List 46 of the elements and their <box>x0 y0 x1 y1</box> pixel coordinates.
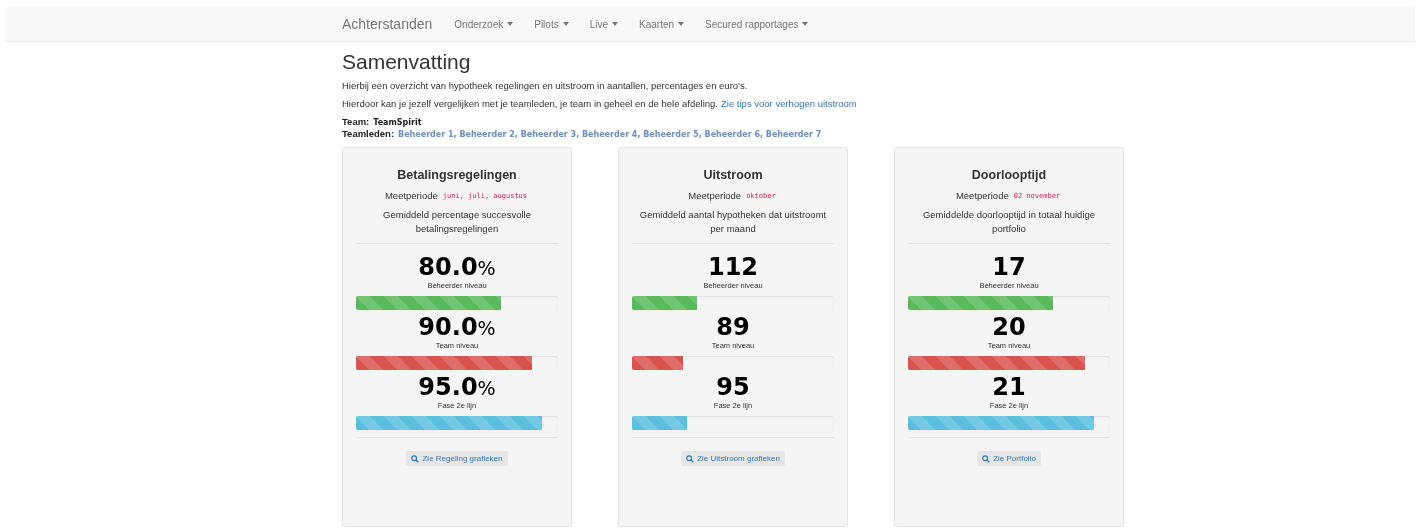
period-label: Meetperiode <box>688 190 742 201</box>
caret-icon <box>507 22 514 26</box>
compare-text: Hierdoor kan je jezelf vergelijken met je teamleden, je team in geheel en de hele afdeling. Zie tips voor verhogen uitstroom <box>342 98 858 109</box>
charts-button[interactable]: Zie Regeling grafieken <box>406 451 508 466</box>
metric-value: 20 <box>992 314 1026 340</box>
metric-unit: % <box>477 377 496 399</box>
metric-value: 17 <box>992 254 1026 280</box>
team-name: TeamSpirit <box>373 118 422 127</box>
search-icon <box>686 454 695 463</box>
tips-link[interactable]: Zie tips voor verhogen uitstroom <box>721 98 857 109</box>
card-description: Gemiddelde doorlooptijd in totaal huidige portfolio <box>921 208 1097 236</box>
nav-menu[interactable]: Secured rapportages <box>705 18 809 30</box>
metric-value: 95 <box>716 374 750 400</box>
nav-menu[interactable]: Onderzoek <box>454 18 514 30</box>
card-title: Betalingsregelingen <box>397 168 517 182</box>
caret-icon <box>562 22 569 26</box>
period-label: Meetperiode <box>384 190 438 201</box>
card-description: Gemiddeld percentage succesvolle betalingsregelingen <box>382 208 532 236</box>
caret-icon <box>802 22 809 26</box>
members-links[interactable]: Beheerder 1, Beheerder 2, Beheerder 3, Beheerder 4, Beheerder 5, Beheerder 6, Beheerder 7 <box>398 130 822 139</box>
charts-button[interactable]: Zie Portfolio <box>977 451 1041 466</box>
card-description: Gemiddeld aantal hypotheken dat uitstroomt per maand <box>638 208 828 236</box>
period-label: Meetperiode <box>955 190 1009 201</box>
metric-value: 90.0 <box>418 314 478 340</box>
intro-text: Hierbij een overzicht van hypotheek regelingen en uitstroom in aantallen, percentages en euro's. <box>342 80 749 91</box>
page-title: Samenvatting <box>342 50 471 74</box>
brand-link[interactable]: Achterstanden <box>342 16 433 32</box>
nav-menu[interactable]: Kaarten <box>639 18 685 30</box>
nav-menu[interactable]: Pilots <box>534 18 569 30</box>
members-label: Teamleden: <box>342 128 395 139</box>
metric-unit: % <box>477 257 496 279</box>
charts-button[interactable]: Zie Uitstroom grafieken <box>681 451 785 466</box>
team-label: Team: <box>342 116 370 127</box>
metric-value: 89 <box>716 314 750 340</box>
card-title: Uitstroom <box>703 168 763 182</box>
card-title: Doorlooptijd <box>971 168 1047 182</box>
metric-value: 112 <box>707 254 759 280</box>
metric-value: 95.0 <box>418 374 478 400</box>
metric-value: 21 <box>992 374 1026 400</box>
search-icon <box>411 454 420 463</box>
metric-value: 80.0 <box>418 254 478 280</box>
nav-menu[interactable]: Live <box>589 18 619 30</box>
metric-unit: % <box>477 317 496 339</box>
caret-icon <box>678 22 685 26</box>
caret-icon <box>612 22 619 26</box>
search-icon <box>982 454 991 463</box>
